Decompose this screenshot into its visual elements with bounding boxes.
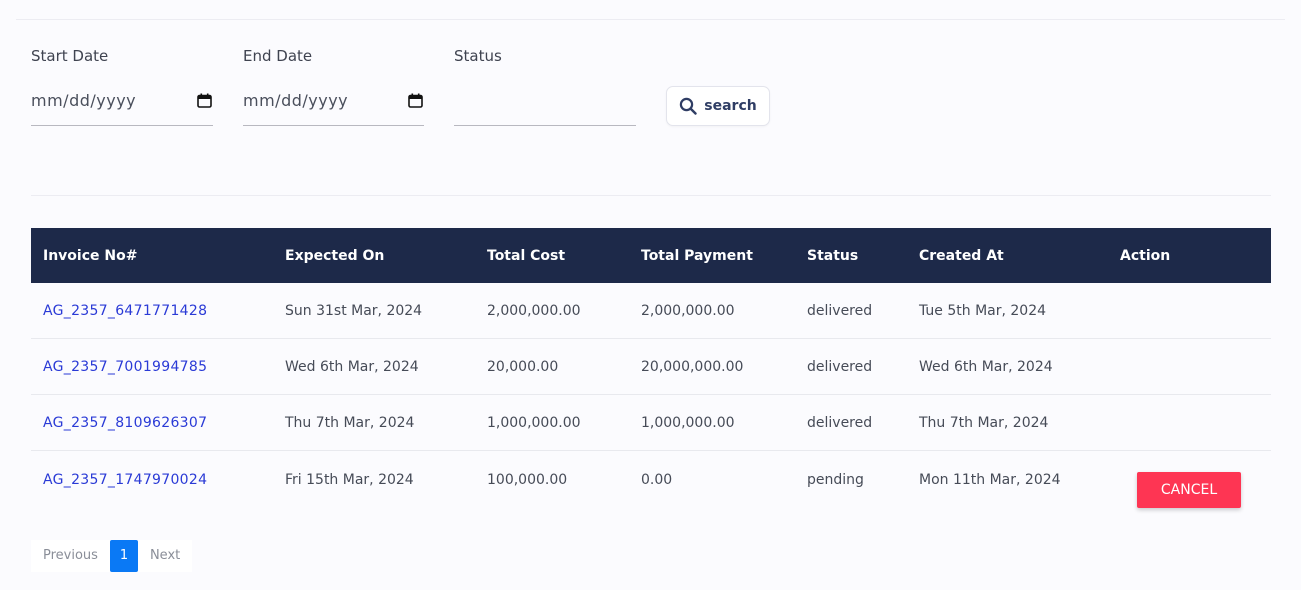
expected-on-cell: Thu 7th Mar, 2024 xyxy=(285,414,415,431)
end-date-input[interactable]: mm/dd/yyyy xyxy=(243,90,424,126)
previous-page-button[interactable]: Previous xyxy=(31,540,110,572)
created-at-cell: Mon 11th Mar, 2024 xyxy=(919,471,1061,488)
calendar-icon[interactable] xyxy=(408,93,423,108)
total-payment-cell: 2,000,000.00 xyxy=(641,302,735,319)
invoice-link[interactable]: AG_2357_8109626307 xyxy=(43,415,207,431)
total-payment-cell: 1,000,000.00 xyxy=(641,414,735,431)
expected-on-cell: Sun 31st Mar, 2024 xyxy=(285,302,423,319)
status-select[interactable] xyxy=(454,90,636,126)
header-created-at: Created At xyxy=(919,247,1004,264)
invoice-link[interactable]: AG_2357_6471771428 xyxy=(43,303,207,319)
header-total-cost: Total Cost xyxy=(487,247,566,264)
search-icon xyxy=(680,97,697,115)
cancel-button[interactable]: CANCEL xyxy=(1137,472,1241,508)
status-field: Status xyxy=(454,46,636,126)
invoice-link[interactable]: AG_2357_1747970024 xyxy=(43,472,207,488)
expected-on-cell: Wed 6th Mar, 2024 xyxy=(285,358,419,375)
table-row: AG_2357_8109626307 Thu 7th Mar, 2024 1,0… xyxy=(31,395,1271,451)
total-cost-cell: 1,000,000.00 xyxy=(487,414,581,431)
created-at-cell: Tue 5th Mar, 2024 xyxy=(919,302,1047,319)
header-invoice-no: Invoice No# xyxy=(43,247,138,264)
invoice-page: Start Date mm/dd/yyyy End Date mm/dd/yyy… xyxy=(0,0,1301,590)
end-date-label: End Date xyxy=(243,47,313,65)
end-date-field: End Date mm/dd/yyyy xyxy=(243,46,424,126)
status-cell: delivered xyxy=(807,414,873,431)
header-status: Status xyxy=(807,247,859,264)
table-row: AG_2357_1747970024 Fri 15th Mar, 2024 10… xyxy=(31,451,1271,508)
invoice-link[interactable]: AG_2357_7001994785 xyxy=(43,359,207,375)
table-row: AG_2357_7001994785 Wed 6th Mar, 2024 20,… xyxy=(31,339,1271,395)
next-page-button[interactable]: Next xyxy=(137,540,193,572)
calendar-icon[interactable] xyxy=(197,93,212,108)
header-total-payment: Total Payment xyxy=(641,247,753,264)
start-date-label: Start Date xyxy=(31,47,109,65)
total-cost-cell: 2,000,000.00 xyxy=(487,302,581,319)
table-header: Invoice No# Expected On Total Cost Total… xyxy=(31,228,1271,283)
search-button[interactable]: search xyxy=(666,86,770,126)
page-1-button[interactable]: 1 xyxy=(109,540,138,572)
total-payment-cell: 20,000,000.00 xyxy=(641,358,744,375)
end-date-value: mm/dd/yyyy xyxy=(243,91,349,110)
top-divider xyxy=(16,19,1285,20)
status-cell: delivered xyxy=(807,358,873,375)
total-payment-cell: 0.00 xyxy=(641,471,673,488)
total-cost-cell: 20,000.00 xyxy=(487,358,559,375)
status-label: Status xyxy=(454,47,502,65)
start-date-value: mm/dd/yyyy xyxy=(31,91,137,110)
table-row: AG_2357_6471771428 Sun 31st Mar, 2024 2,… xyxy=(31,283,1271,339)
header-action: Action xyxy=(1120,247,1171,264)
status-cell: pending xyxy=(807,471,864,488)
created-at-cell: Thu 7th Mar, 2024 xyxy=(919,414,1049,431)
status-cell: delivered xyxy=(807,302,873,319)
start-date-input[interactable]: mm/dd/yyyy xyxy=(31,90,213,126)
start-date-field: Start Date mm/dd/yyyy xyxy=(31,46,213,126)
total-cost-cell: 100,000.00 xyxy=(487,471,568,488)
header-expected-on: Expected On xyxy=(285,247,385,264)
section-divider xyxy=(31,195,1271,196)
created-at-cell: Wed 6th Mar, 2024 xyxy=(919,358,1053,375)
pagination: Previous 1 Next xyxy=(31,540,193,572)
invoice-table: Invoice No# Expected On Total Cost Total… xyxy=(31,228,1271,508)
search-button-label: search xyxy=(704,98,757,114)
expected-on-cell: Fri 15th Mar, 2024 xyxy=(285,471,414,488)
